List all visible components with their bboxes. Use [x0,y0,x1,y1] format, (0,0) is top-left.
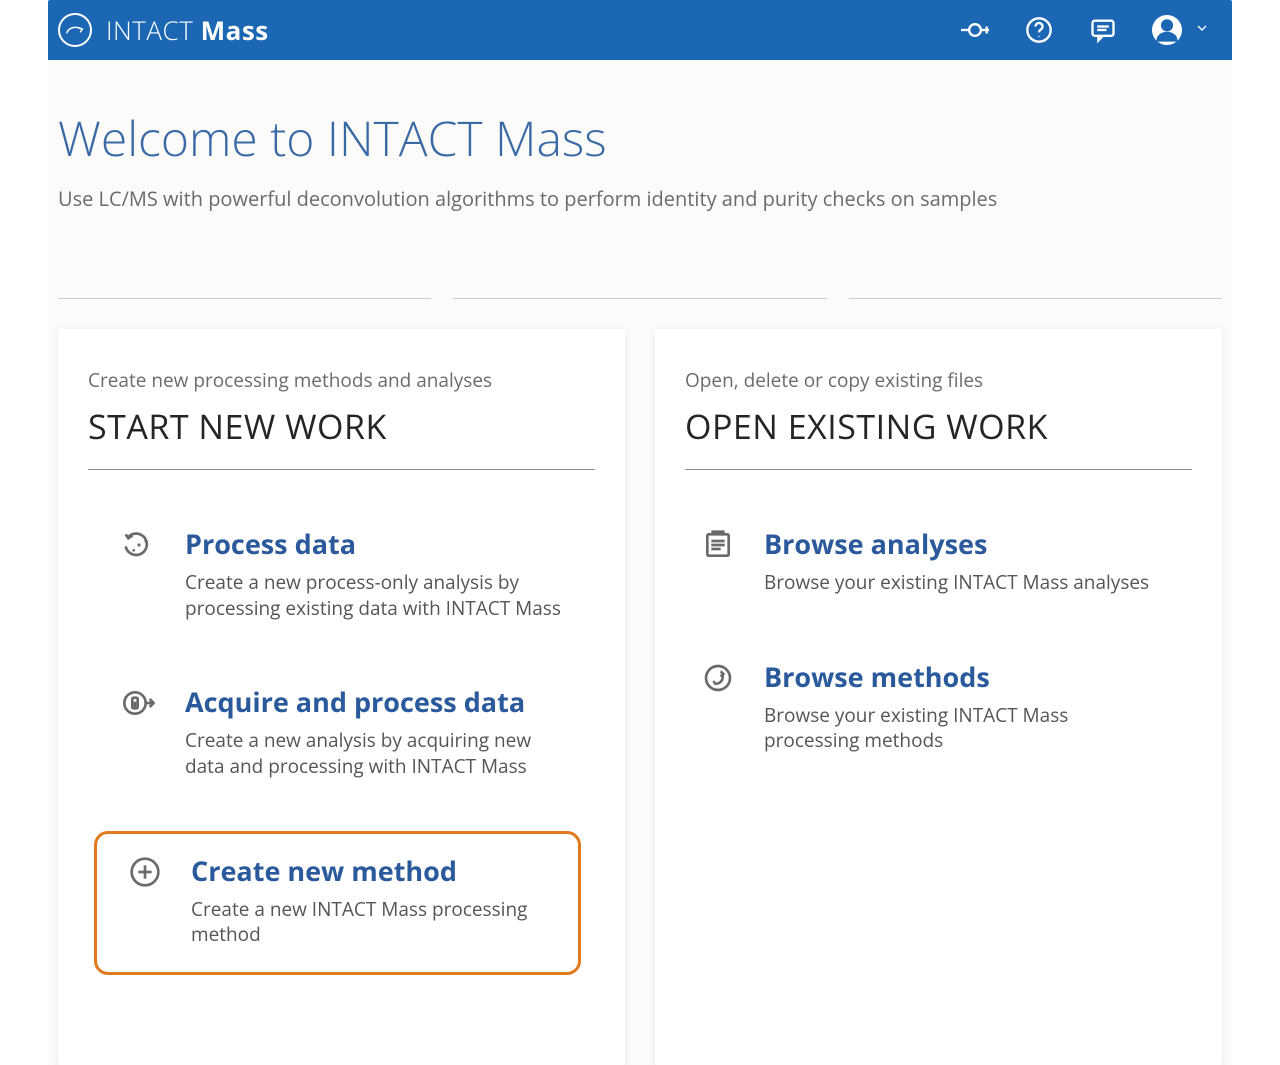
brand-name-second: Mass [201,12,269,48]
acquire-process-icon [121,685,157,721]
section-divider [58,298,1222,299]
user-avatar-icon [1152,15,1182,45]
action-process-data[interactable]: Process data Create a new process-only a… [88,514,595,632]
brand-logo-icon [58,13,92,47]
browse-analyses-icon [700,527,736,563]
action-title: Acquire and process data [185,683,564,720]
brand-name: INTACT Mass [106,12,269,48]
brand: INTACT Mass [58,12,269,48]
action-browse-methods[interactable]: Browse methods Browse your existing INTA… [685,647,1192,765]
action-desc: Browse your existing INTACT Mass process… [764,703,1161,754]
feedback-icon[interactable] [1088,15,1118,45]
brand-name-first: INTACT [106,12,193,48]
action-desc: Create a new process-only analysis by pr… [185,570,564,621]
app-header: INTACT Mass [48,0,1232,60]
card-pretext: Create new processing methods and analys… [88,367,595,393]
card-title: START NEW WORK [88,403,595,470]
action-title: Process data [185,525,564,562]
card-open-existing-work: Open, delete or copy existing files OPEN… [655,329,1222,1065]
help-icon[interactable] [1024,15,1054,45]
action-title: Create new method [191,852,550,889]
action-desc: Create a new INTACT Mass processing meth… [191,897,550,948]
user-menu[interactable] [1152,15,1210,45]
process-data-icon [121,527,157,563]
chevron-down-icon [1194,19,1210,41]
action-title: Browse methods [764,658,1161,695]
card-pretext: Open, delete or copy existing files [685,367,1192,393]
header-actions [960,15,1216,45]
main-content: Welcome to INTACT Mass Use LC/MS with po… [48,60,1232,1065]
action-acquire-process[interactable]: Acquire and process data Create a new an… [88,672,595,790]
action-create-new-method[interactable]: Create new method Create a new INTACT Ma… [94,831,581,975]
plus-circle-icon [127,854,163,890]
action-browse-analyses[interactable]: Browse analyses Browse your existing INT… [685,514,1192,607]
action-title: Browse analyses [764,525,1161,562]
page-subtitle: Use LC/MS with powerful deconvolution al… [58,185,1222,212]
action-desc: Create a new analysis by acquiring new d… [185,728,564,779]
action-desc: Browse your existing INTACT Mass analyse… [764,570,1161,596]
connection-icon[interactable] [960,15,990,45]
browse-methods-icon [700,660,736,696]
card-start-new-work: Create new processing methods and analys… [58,329,625,1065]
page-title: Welcome to INTACT Mass [58,106,1222,171]
card-title: OPEN EXISTING WORK [685,403,1192,470]
